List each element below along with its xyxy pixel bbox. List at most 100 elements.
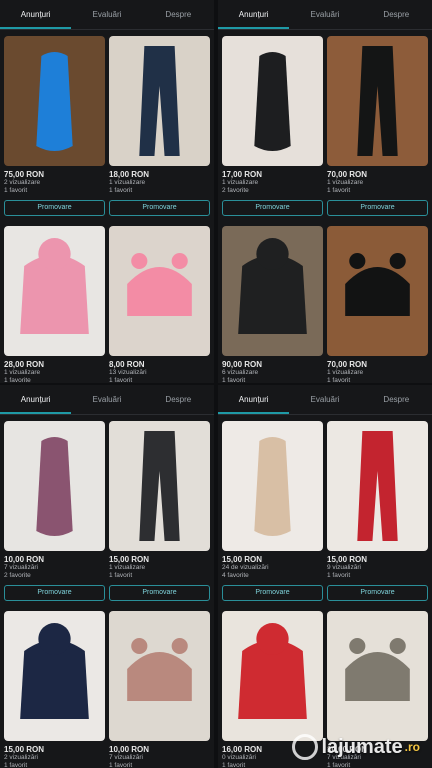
listing-grid: 15,00 RON 24 de vizualizări 4 favorite P… xyxy=(222,421,428,768)
listing-photo[interactable] xyxy=(109,421,210,551)
listing-price: 10,00 RON xyxy=(109,745,150,754)
listing-photo[interactable] xyxy=(4,226,105,356)
listing-views: 1 vizualizare xyxy=(222,179,259,186)
tab-about[interactable]: Despre xyxy=(143,0,214,29)
listing-photo[interactable] xyxy=(222,226,323,356)
tab-reviews[interactable]: Evaluări xyxy=(71,385,142,414)
tab-announcements[interactable]: Anunțuri xyxy=(0,0,72,29)
listing-photo[interactable] xyxy=(109,611,210,741)
tab-about[interactable]: Despre xyxy=(361,0,432,29)
tab-reviews[interactable]: Evaluări xyxy=(289,385,360,414)
listing-card[interactable]: 18,00 RON 1 vizualizare 1 favorit Promov… xyxy=(109,36,210,222)
promote-button[interactable]: Promovare xyxy=(327,585,428,601)
listing-photo[interactable] xyxy=(327,36,428,166)
listing-card[interactable]: 10,00 RON 7 vizualizări 2 favorite Promo… xyxy=(4,421,105,607)
listing-photo[interactable] xyxy=(222,421,323,551)
listing-grid: 10,00 RON 7 vizualizări 2 favorite Promo… xyxy=(4,421,210,768)
listing-grid: 17,00 RON 1 vizualizare 2 favorite Promo… xyxy=(222,36,428,383)
listing-views: 1 vizualizare xyxy=(109,564,146,571)
listing-photo[interactable] xyxy=(109,226,210,356)
promote-button[interactable]: Promovare xyxy=(222,585,323,601)
listing-screenshot-grid: Anunțuri Evaluări Despre 75,00 RON 2 viz… xyxy=(0,0,432,768)
listing-photo[interactable] xyxy=(222,36,323,166)
listing-favorites: 1 favorit xyxy=(327,762,351,768)
listing-views: 2 vizualizări xyxy=(4,754,38,761)
listing-photo[interactable] xyxy=(222,611,323,741)
tab-bar: Anunțuri Evaluări Despre xyxy=(0,385,214,415)
panel-bottom-left: Anunțuri Evaluări Despre 10,00 RON 7 viz… xyxy=(0,385,214,768)
promote-button[interactable]: Promovare xyxy=(4,585,105,601)
listing-card[interactable]: 17,00 RON 1 vizualizare 2 favorite Promo… xyxy=(222,36,323,222)
tab-about[interactable]: Despre xyxy=(361,385,432,414)
tab-bar: Anunțuri Evaluări Despre xyxy=(0,0,214,30)
promote-button[interactable]: Promovare xyxy=(109,585,210,601)
listing-favorites: 2 favorite xyxy=(222,187,249,194)
tab-about[interactable]: Despre xyxy=(143,385,214,414)
listing-favorites: 1 favorit xyxy=(327,572,351,579)
listing-price: 90,00 RON xyxy=(222,360,263,369)
panel-top-right: Anunțuri Evaluări Despre 17,00 RON 1 viz… xyxy=(218,0,432,383)
listing-favorites: 1 favorit xyxy=(109,572,133,579)
listing-views: 1 vizualizare xyxy=(4,369,41,376)
listing-favorites: 2 favorite xyxy=(4,572,31,579)
listing-card[interactable]: 70,00 RON 1 vizualizare 1 favorit xyxy=(327,226,428,383)
listing-price: 75,00 RON xyxy=(4,170,45,179)
listing-price: 70,00 RON xyxy=(327,170,368,179)
listing-views: 1 vizualizare xyxy=(327,369,364,376)
listing-card[interactable]: 70,00 RON 1 vizualizare 1 favorit Promov… xyxy=(327,36,428,222)
promote-button[interactable]: Promovare xyxy=(4,200,105,216)
listing-card[interactable]: 15,00 RON 1 vizualizare 1 favorit Promov… xyxy=(109,421,210,607)
listing-views: 7 vizualizări xyxy=(4,564,38,571)
listing-photo[interactable] xyxy=(327,611,428,741)
listing-views: 7 vizualizări xyxy=(109,754,143,761)
promote-button[interactable]: Promovare xyxy=(327,200,428,216)
listing-price: 8,00 RON xyxy=(109,360,145,369)
listing-photo[interactable] xyxy=(327,421,428,551)
listing-favorites: 1 favorit xyxy=(109,187,133,194)
listing-price: 70,00 RON xyxy=(327,360,368,369)
tab-bar: Anunțuri Evaluări Despre xyxy=(218,385,432,415)
listing-favorites: 1 favorit xyxy=(327,187,351,194)
listing-price: 10,00 RON xyxy=(4,555,45,564)
listing-card[interactable]: 75,00 RON 2 vizualizare 1 favorit Promov… xyxy=(4,36,105,222)
watermark-text: lajumate xyxy=(321,735,403,758)
panel-bottom-right: Anunțuri Evaluări Despre 15,00 RON 24 de… xyxy=(218,385,432,768)
listing-card[interactable]: 10,00 RON 7 vizualizări 1 favorit xyxy=(109,611,210,768)
listing-photo[interactable] xyxy=(4,421,105,551)
listing-favorites: 1 favorite xyxy=(4,377,31,383)
listing-price: 15,00 RON xyxy=(222,555,263,564)
listing-price: 28,00 RON xyxy=(4,360,45,369)
listing-photo[interactable] xyxy=(327,226,428,356)
listing-favorites: 4 favorite xyxy=(222,572,249,579)
listing-price: 15,00 RON xyxy=(4,745,45,754)
watermark: lajumate .ro xyxy=(291,734,420,760)
listing-card[interactable]: 28,00 RON 1 vizualizare 1 favorite xyxy=(4,226,105,383)
listing-photo[interactable] xyxy=(109,36,210,166)
tab-reviews[interactable]: Evaluări xyxy=(289,0,360,29)
listing-card[interactable]: 8,00 RON 13 vizualizări 1 favorit xyxy=(109,226,210,383)
listing-views: 2 vizualizare xyxy=(4,179,41,186)
listing-views: 24 de vizualizări xyxy=(222,564,269,571)
listing-card[interactable]: 15,00 RON 24 de vizualizări 4 favorite P… xyxy=(222,421,323,607)
listing-card[interactable]: 15,00 RON 9 vizualizări 1 favorit Promov… xyxy=(327,421,428,607)
listing-card[interactable]: 90,00 RON 6 vizualizare 1 favorit xyxy=(222,226,323,383)
listing-favorites: 1 favorit xyxy=(327,377,351,383)
tab-bar: Anunțuri Evaluări Despre xyxy=(218,0,432,30)
listing-price: 15,00 RON xyxy=(109,555,150,564)
tab-announcements[interactable]: Anunțuri xyxy=(0,385,72,414)
tab-reviews[interactable]: Evaluări xyxy=(71,0,142,29)
promote-button[interactable]: Promovare xyxy=(109,200,210,216)
listing-photo[interactable] xyxy=(4,611,105,741)
tab-announcements[interactable]: Anunțuri xyxy=(218,385,290,414)
listing-photo[interactable] xyxy=(4,36,105,166)
listing-views: 13 vizualizări xyxy=(109,369,147,376)
listing-favorites: 1 favorit xyxy=(109,762,133,768)
listing-views: 1 vizualizare xyxy=(327,179,364,186)
listing-favorites: 1 favorit xyxy=(222,762,246,768)
listing-card[interactable]: 15,00 RON 2 vizualizări 1 favorit xyxy=(4,611,105,768)
tab-announcements[interactable]: Anunțuri xyxy=(218,0,290,29)
listing-price: 17,00 RON xyxy=(222,170,263,179)
listing-grid: 75,00 RON 2 vizualizare 1 favorit Promov… xyxy=(4,36,210,383)
promote-button[interactable]: Promovare xyxy=(222,200,323,216)
panel-top-left: Anunțuri Evaluări Despre 75,00 RON 2 viz… xyxy=(0,0,214,383)
